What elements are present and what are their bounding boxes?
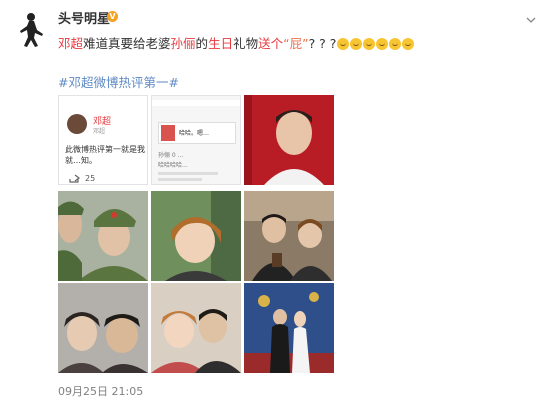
chevron-down-icon[interactable] xyxy=(526,10,536,23)
image-photo-red-carpet[interactable] xyxy=(244,283,334,373)
post-text-segment: 送个 xyxy=(258,36,284,51)
mini-comment-line-1: 孙俪 0 ... xyxy=(158,152,184,159)
post-text-segment: 礼物 xyxy=(233,36,259,51)
mini-comment-line-2: 哈哈哈哈... xyxy=(158,162,188,169)
mini-text-line xyxy=(158,178,202,181)
laughing-emoji-icon xyxy=(363,38,376,50)
image-weibo-screenshot-1[interactable]: 邓超 邓超 此微博热评第一就是我就…知。 25 xyxy=(58,95,148,185)
mini-post-text: 此微博热评第一就是我就…知。 xyxy=(65,145,145,165)
mini-avatar xyxy=(67,114,87,134)
laughing-emoji-icon xyxy=(402,38,415,50)
post-text: 邓超难道真要给老婆孙俪的生日礼物送个“屁”? ? ? xyxy=(58,33,415,52)
laughing-emoji-icon xyxy=(337,38,350,50)
image-photo-couple-kitchen[interactable] xyxy=(244,191,334,281)
laughing-emoji-icon xyxy=(389,38,402,50)
mini-text-line xyxy=(158,172,218,175)
verified-badge-icon: V xyxy=(107,11,118,22)
mini-quoted-post: 哈哈。嗯… xyxy=(158,122,236,144)
mini-header-bar xyxy=(152,100,240,106)
image-photo-couple-selfie[interactable] xyxy=(151,283,241,373)
laughing-emoji-icon xyxy=(376,38,389,50)
post-text-segment: “屁” xyxy=(283,36,309,51)
image-weibo-screenshot-2[interactable]: 哈哈。嗯… 孙俪 0 ... 哈哈哈哈... xyxy=(151,95,241,185)
post-text-segment: 孙俪 xyxy=(170,36,196,51)
author-name[interactable]: 头号明星 xyxy=(58,8,110,27)
image-photo-couple-plane[interactable] xyxy=(58,283,148,373)
mini-thumbnail xyxy=(161,125,175,141)
hashtag-link[interactable]: #邓超微博热评第一# xyxy=(58,72,179,91)
mini-subtitle: 邓超 xyxy=(93,128,106,135)
forward-icon xyxy=(69,174,80,183)
image-photo-portrait-red[interactable] xyxy=(244,95,334,185)
image-photo-selfie[interactable] xyxy=(151,191,241,281)
mini-quoted-text: 哈哈。嗯… xyxy=(179,130,210,137)
image-grid: 邓超 邓超 此微博热评第一就是我就…知。 25 哈哈。嗯… 孙俪 0 ... 哈… xyxy=(58,95,334,375)
post-text-segment: 生日 xyxy=(208,36,234,51)
post-text-segment: 邓超 xyxy=(58,36,84,51)
image-photo-military-uniform[interactable] xyxy=(58,191,148,281)
avatar[interactable] xyxy=(12,10,50,48)
laughing-emoji-icon xyxy=(350,38,363,50)
forward-count: 25 xyxy=(85,174,96,183)
post-text-segment: ? ? ? xyxy=(308,36,337,51)
post-text-segment: 难道真要给老婆 xyxy=(83,36,171,51)
silhouette-icon xyxy=(12,10,50,48)
post-timestamp[interactable]: 09月25日 21:05 xyxy=(58,383,143,399)
post-text-segment: 的 xyxy=(195,36,209,51)
